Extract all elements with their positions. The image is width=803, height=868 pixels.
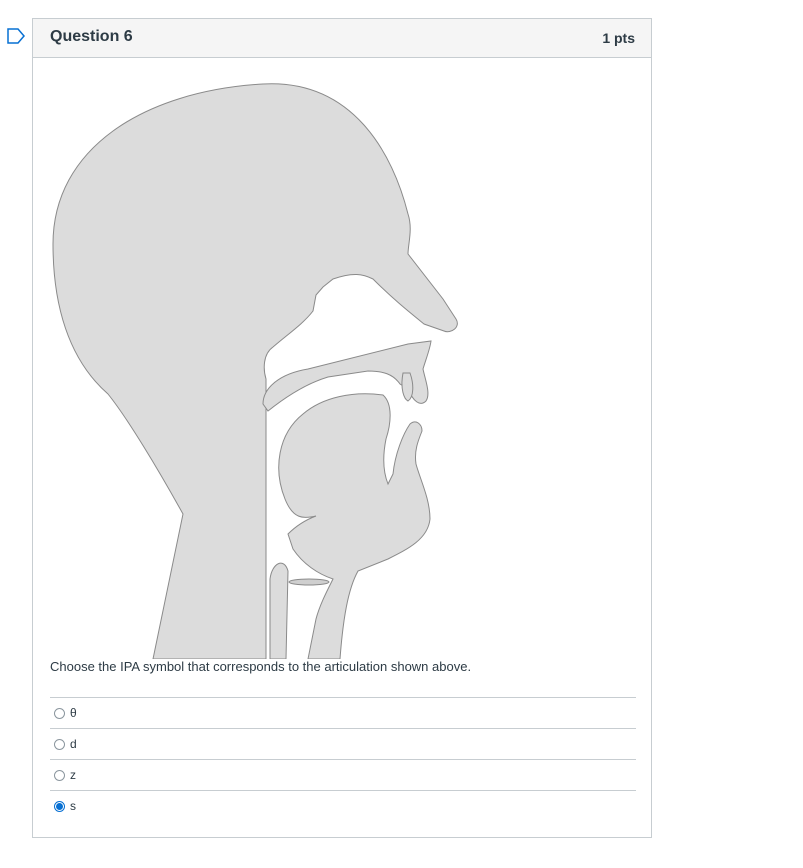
- radio-button[interactable]: [54, 708, 65, 719]
- radio-button-selected[interactable]: [54, 801, 65, 812]
- upper-teeth: [401, 372, 414, 402]
- tongue-lower-jaw: [278, 393, 431, 659]
- answer-label: θ: [70, 706, 77, 720]
- answer-option[interactable]: d: [50, 728, 636, 759]
- answer-label: d: [70, 737, 77, 751]
- flag-question-icon[interactable]: [7, 28, 25, 44]
- answer-list: θ d z s: [50, 697, 636, 821]
- question-title: Question 6: [50, 28, 133, 45]
- question-card: Question 6 1 pts Choose the IPA symbol t…: [32, 18, 652, 838]
- answer-label: z: [70, 768, 76, 782]
- question-header: Question 6 1 pts: [33, 19, 651, 58]
- question-prompt: Choose the IPA symbol that corresponds t…: [50, 659, 472, 674]
- vocal-tract-diagram: [52, 83, 458, 659]
- answer-option-selected[interactable]: s: [50, 790, 636, 821]
- answer-label: s: [70, 799, 76, 813]
- answer-option[interactable]: θ: [50, 697, 636, 728]
- answer-option[interactable]: z: [50, 759, 636, 790]
- question-points: 1 pts: [602, 30, 635, 46]
- larynx-pillar: [269, 562, 289, 659]
- radio-button[interactable]: [54, 770, 65, 781]
- radio-button[interactable]: [54, 739, 65, 750]
- vocal-folds: [288, 578, 330, 586]
